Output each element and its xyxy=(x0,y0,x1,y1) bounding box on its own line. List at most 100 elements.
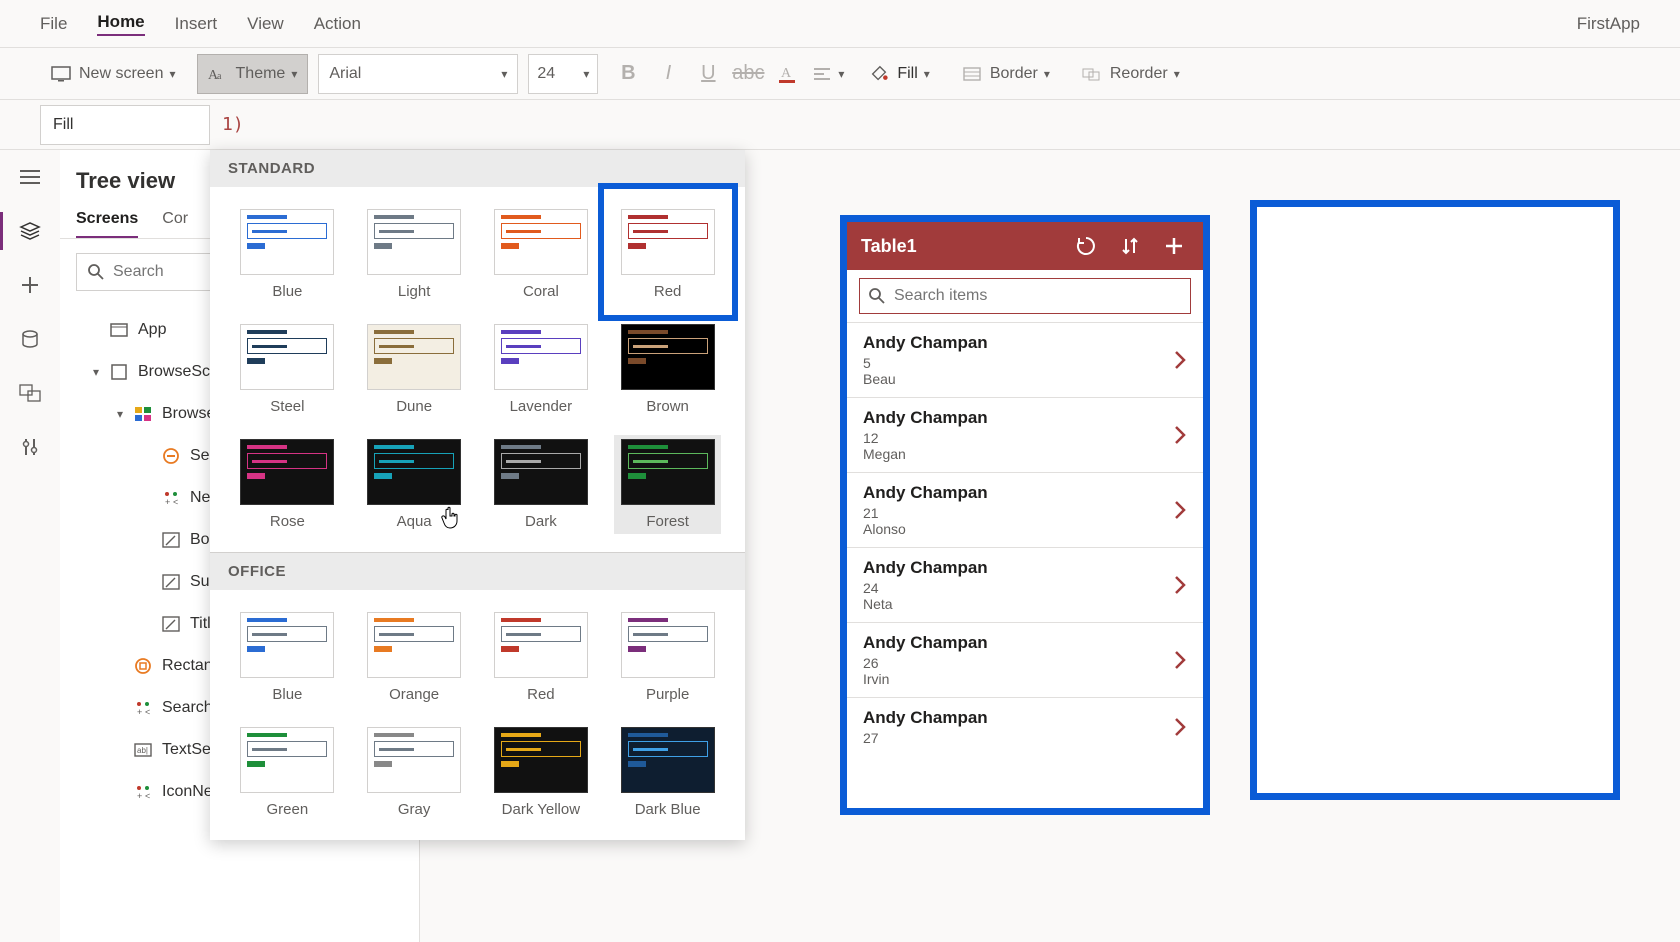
tree-node-icon xyxy=(160,445,182,467)
expand-icon[interactable]: ▾ xyxy=(112,407,128,421)
chevron-down-icon: ▾ xyxy=(583,67,589,81)
menu-action[interactable]: Action xyxy=(314,14,361,34)
menu-insert[interactable]: Insert xyxy=(175,14,218,34)
add-icon[interactable] xyxy=(1159,231,1189,261)
underline-button[interactable]: U xyxy=(688,54,728,94)
list-item[interactable]: Andy Champan 27 xyxy=(847,697,1203,756)
list-item[interactable]: Andy Champan 5 Beau xyxy=(847,322,1203,397)
theme-option-red[interactable]: Red xyxy=(488,608,595,707)
list-item[interactable]: Andy Champan 21 Alonso xyxy=(847,472,1203,547)
theme-option-coral[interactable]: Coral xyxy=(488,205,595,304)
theme-option-blue[interactable]: Blue xyxy=(234,608,341,707)
tree-node-icon xyxy=(108,319,130,341)
chevron-right-icon xyxy=(1173,499,1187,521)
align-button[interactable]: ▾ xyxy=(808,54,848,94)
svg-text:ab|: ab| xyxy=(137,746,148,755)
theme-option-dune[interactable]: Dune xyxy=(361,320,468,419)
font-size-select[interactable]: 24 ▾ xyxy=(528,54,598,94)
ribbon: New screen ▾ Aa Theme ▾ Arial ▾ 24 ▾ B I… xyxy=(0,48,1680,100)
theme-label: Red xyxy=(654,283,682,300)
treeview-rail-button[interactable] xyxy=(15,216,45,246)
tab-components[interactable]: Cor xyxy=(162,202,188,238)
theme-option-rose[interactable]: Rose xyxy=(234,435,341,534)
theme-option-purple[interactable]: Purple xyxy=(614,608,721,707)
theme-option-gray[interactable]: Gray xyxy=(361,723,468,822)
list-item[interactable]: Andy Champan 12 Megan xyxy=(847,397,1203,472)
border-button[interactable]: Border ▾ xyxy=(951,54,1061,94)
expand-icon[interactable]: ▾ xyxy=(88,365,104,379)
list-item[interactable]: Andy Champan 24 Neta xyxy=(847,547,1203,622)
theme-label: Steel xyxy=(270,398,304,415)
theme-label: Aqua xyxy=(397,513,432,530)
theme-option-steel[interactable]: Steel xyxy=(234,320,341,419)
tree-node-icon: +< xyxy=(132,781,154,803)
strike-button[interactable]: abc xyxy=(728,54,768,94)
fill-button[interactable]: Fill ▾ xyxy=(858,54,940,94)
theme-option-forest[interactable]: Forest xyxy=(614,435,721,534)
search-icon xyxy=(868,287,886,305)
theme-label: Dark xyxy=(525,513,557,530)
theme-label: Dark Yellow xyxy=(502,801,580,818)
paint-bucket-icon xyxy=(869,64,889,84)
refresh-icon[interactable] xyxy=(1071,231,1101,261)
theme-option-dark[interactable]: Dark xyxy=(488,435,595,534)
bold-button[interactable]: B xyxy=(608,54,648,94)
app-title: FirstApp xyxy=(1577,14,1640,34)
new-screen-button[interactable]: New screen ▾ xyxy=(40,54,187,94)
chevron-down-icon: ▾ xyxy=(924,67,930,81)
insert-rail-button[interactable] xyxy=(15,270,45,300)
tree-node-icon xyxy=(160,529,182,551)
item-subtitle: 27 xyxy=(863,730,1173,746)
chevron-down-icon: ▾ xyxy=(501,67,507,81)
theme-option-brown[interactable]: Brown xyxy=(614,320,721,419)
data-rail-button[interactable] xyxy=(15,324,45,354)
preview-search[interactable] xyxy=(859,278,1191,314)
chevron-down-icon: ▾ xyxy=(1044,67,1050,81)
formula-input[interactable]: 1) xyxy=(210,114,1680,135)
list-item[interactable]: Andy Champan 26 Irvin xyxy=(847,622,1203,697)
theme-option-light[interactable]: Light xyxy=(361,205,468,304)
svg-text:<: < xyxy=(173,497,178,507)
sort-icon[interactable] xyxy=(1115,231,1145,261)
menu-file[interactable]: File xyxy=(40,14,67,34)
reorder-button[interactable]: Reorder ▾ xyxy=(1071,54,1191,94)
italic-button[interactable]: I xyxy=(648,54,688,94)
theme-label: Blue xyxy=(272,283,302,300)
theme-label: Blue xyxy=(272,686,302,703)
font-select[interactable]: Arial ▾ xyxy=(318,54,518,94)
tree-node-icon xyxy=(108,361,130,383)
item-body: Beau xyxy=(863,371,1173,387)
hamburger-button[interactable] xyxy=(15,162,45,192)
svg-text:+: + xyxy=(137,791,142,801)
theme-dropdown: STANDARD Blue Light Coral Red Steel Dune… xyxy=(210,150,745,840)
tab-screens[interactable]: Screens xyxy=(76,202,138,238)
theme-option-red[interactable]: Red xyxy=(614,205,721,304)
tree-item-label: SearchI xyxy=(162,699,217,717)
tree-node-icon xyxy=(160,571,182,593)
theme-option-green[interactable]: Green xyxy=(234,723,341,822)
media-rail-button[interactable] xyxy=(15,378,45,408)
theme-option-aqua[interactable]: Aqua xyxy=(361,435,468,534)
theme-button[interactable]: Aa Theme ▾ xyxy=(197,54,309,94)
svg-text:+: + xyxy=(165,497,170,507)
app-preview-frame[interactable]: Table1 Andy Champan 5 Beau Andy Champan … xyxy=(840,215,1210,815)
theme-option-dark-yellow[interactable]: Dark Yellow xyxy=(488,723,595,822)
item-title: Andy Champan xyxy=(863,333,1173,353)
tools-rail-button[interactable] xyxy=(15,432,45,462)
font-color-button[interactable]: A xyxy=(768,54,808,94)
menu-view[interactable]: View xyxy=(247,14,284,34)
item-title: Andy Champan xyxy=(863,633,1173,653)
theme-option-dark-blue[interactable]: Dark Blue xyxy=(614,723,721,822)
chevron-down-icon: ▾ xyxy=(291,67,297,81)
chevron-down-icon: ▾ xyxy=(838,67,844,81)
preview-search-input[interactable] xyxy=(894,287,1182,305)
property-select[interactable]: Fill xyxy=(40,105,210,145)
theme-icon: Aa xyxy=(208,64,228,84)
screen-icon xyxy=(51,64,71,84)
search-icon xyxy=(87,263,105,281)
theme-option-blue[interactable]: Blue xyxy=(234,205,341,304)
menu-home[interactable]: Home xyxy=(97,12,144,36)
item-subtitle: 21 xyxy=(863,505,1173,521)
theme-option-lavender[interactable]: Lavender xyxy=(488,320,595,419)
theme-option-orange[interactable]: Orange xyxy=(361,608,468,707)
